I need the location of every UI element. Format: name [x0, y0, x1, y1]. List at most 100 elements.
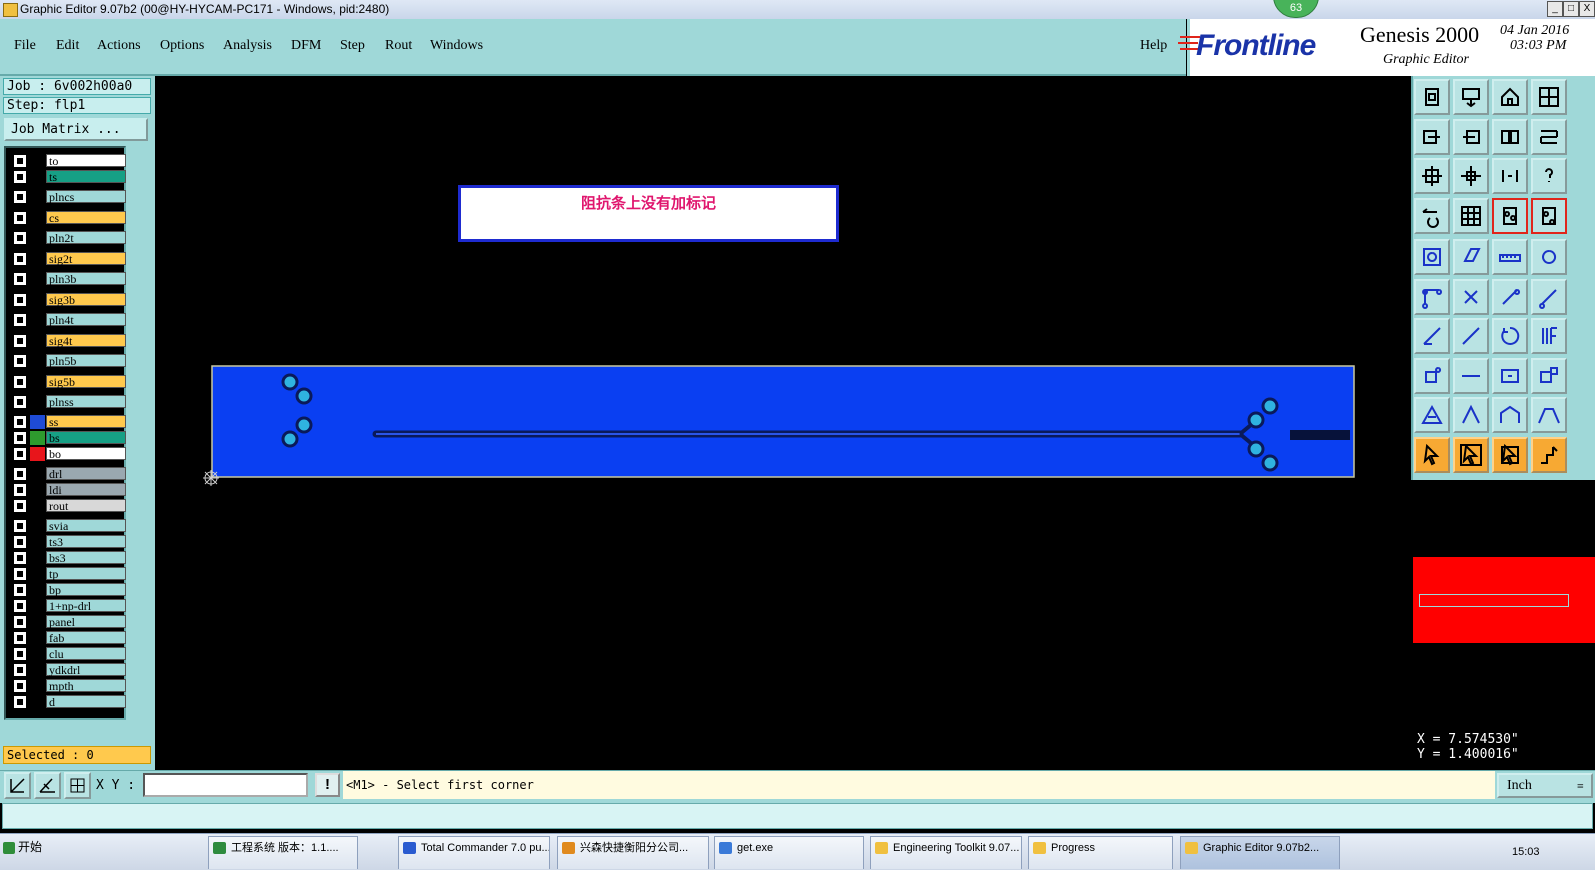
layer-row[interactable]: pln3b: [12, 272, 126, 286]
minus-line-button[interactable]: [1453, 357, 1489, 394]
layer-color-swatch[interactable]: [30, 415, 45, 429]
layer-color-swatch[interactable]: [30, 631, 45, 645]
layer-row[interactable]: bs3: [12, 551, 126, 565]
slope-button[interactable]: [1414, 318, 1450, 354]
layer-row[interactable]: d: [12, 695, 126, 709]
layers-grid-button[interactable]: [1531, 79, 1567, 115]
layer-row[interactable]: bs: [12, 431, 126, 445]
zoom-home-button[interactable]: [1453, 158, 1489, 194]
layer-color-swatch[interactable]: [30, 535, 45, 549]
menu-step[interactable]: Step: [340, 38, 365, 54]
layer-name[interactable]: pln3b: [46, 272, 126, 285]
layer-checkbox[interactable]: [14, 584, 26, 596]
layer-row[interactable]: clu: [12, 647, 126, 661]
layer-name[interactable]: plncs: [46, 190, 126, 203]
layer-checkbox[interactable]: [14, 375, 26, 388]
layer-row[interactable]: rout: [12, 499, 126, 513]
grid-snap-button[interactable]: [64, 772, 91, 799]
layer-name[interactable]: panel: [46, 615, 126, 628]
layer-checkbox[interactable]: [14, 314, 26, 326]
impedance-coupon[interactable]: [200, 360, 1360, 490]
layer-checkbox[interactable]: [14, 293, 26, 306]
ratio-button[interactable]: [1492, 158, 1528, 194]
layer-name[interactable]: fab: [46, 631, 126, 644]
save-down-button[interactable]: [1453, 79, 1489, 115]
layer-row[interactable]: svia: [12, 519, 126, 533]
layer-row[interactable]: pln4t: [12, 313, 126, 327]
layer-name[interactable]: sig4t: [46, 333, 126, 347]
menu-actions[interactable]: Actions: [97, 38, 141, 54]
layer-checkbox[interactable]: [14, 416, 26, 428]
layer-row[interactable]: sig2t: [12, 251, 126, 266]
layer-checkbox[interactable]: [14, 664, 26, 676]
layer-row[interactable]: ldi: [12, 483, 126, 497]
layer-row[interactable]: ts3: [12, 535, 126, 549]
menu-options[interactable]: Options: [160, 38, 204, 54]
layer-color-swatch[interactable]: [30, 519, 45, 533]
layer-name[interactable]: plnss: [46, 395, 126, 408]
pointer-select-button[interactable]: [1492, 436, 1528, 473]
layer-row[interactable]: pln5b: [12, 354, 126, 368]
maximize-button[interactable]: □: [1563, 1, 1579, 17]
layer-checkbox[interactable]: [14, 568, 26, 580]
layer-color-swatch[interactable]: [30, 499, 45, 513]
circle-pad-button[interactable]: [1531, 239, 1567, 275]
overview-map[interactable]: [1413, 480, 1595, 725]
menu-windows[interactable]: Windows: [430, 38, 483, 54]
taskbar-item[interactable]: 兴森快捷衡阳分公司...: [557, 836, 709, 869]
layer-checkbox[interactable]: [14, 552, 26, 564]
drc-button[interactable]: [1492, 197, 1528, 234]
xy-input[interactable]: [143, 773, 308, 797]
connect-button[interactable]: [1414, 278, 1450, 315]
drc-alt-button[interactable]: [1531, 197, 1567, 234]
layer-name[interactable]: 1+np-drl: [46, 599, 126, 612]
layer-color-swatch[interactable]: [30, 292, 45, 307]
layer-checkbox[interactable]: [14, 696, 26, 708]
layer-checkbox[interactable]: [14, 155, 26, 167]
parallelogram-button[interactable]: [1453, 239, 1489, 275]
grid-button[interactable]: [1453, 197, 1489, 234]
layer-color-swatch[interactable]: [30, 483, 45, 497]
taskbar-item[interactable]: Engineering Toolkit 9.07...: [870, 836, 1022, 869]
layer-name[interactable]: bo: [46, 447, 126, 460]
command-line[interactable]: [2, 803, 1593, 829]
trapezoid-button[interactable]: [1531, 397, 1567, 433]
layer-color-swatch[interactable]: [30, 467, 45, 481]
layer-row[interactable]: pln2t: [12, 231, 126, 245]
layer-color-swatch[interactable]: [30, 154, 45, 168]
layer-checkbox[interactable]: [14, 252, 26, 265]
snake-button[interactable]: [1531, 118, 1567, 155]
layer-color-swatch[interactable]: [30, 210, 45, 225]
line-point-button[interactable]: [1492, 278, 1528, 315]
layer-checkbox[interactable]: [14, 432, 26, 444]
layer-color-swatch[interactable]: [30, 679, 45, 693]
angle-button[interactable]: [34, 772, 61, 799]
polygon-button[interactable]: [1531, 357, 1567, 394]
layer-name[interactable]: cs: [46, 210, 126, 224]
taskbar-item[interactable]: Total Commander 7.0 pu...: [398, 836, 550, 869]
layer-row[interactable]: 1+np-drl: [12, 599, 126, 613]
layer-color-swatch[interactable]: [30, 190, 45, 204]
layer-checkbox[interactable]: [14, 632, 26, 644]
layer-checkbox[interactable]: [14, 616, 26, 628]
peak-button[interactable]: [1453, 397, 1489, 433]
layer-checkbox[interactable]: [14, 648, 26, 660]
route-button[interactable]: [1531, 436, 1567, 473]
warning-button[interactable]: !: [315, 773, 340, 797]
start-button[interactable]: 开始: [0, 835, 48, 869]
layer-row[interactable]: sig5b: [12, 374, 126, 389]
layer-color-swatch[interactable]: [30, 251, 45, 266]
node-add-button[interactable]: [1414, 357, 1450, 394]
job-matrix-button[interactable]: Job Matrix ...: [4, 118, 148, 141]
layer-checkbox[interactable]: [14, 500, 26, 512]
layer-color-swatch[interactable]: [30, 663, 45, 677]
layer-color-swatch[interactable]: [30, 615, 45, 629]
layer-row[interactable]: fab: [12, 631, 126, 645]
layer-name[interactable]: drl: [46, 467, 126, 480]
menu-help[interactable]: Help: [1140, 38, 1167, 54]
move-left-button[interactable]: [1414, 118, 1450, 155]
layer-checkbox[interactable]: [14, 211, 26, 224]
layer-name[interactable]: ldi: [46, 483, 126, 496]
layer-row[interactable]: drl: [12, 467, 126, 481]
layer-row[interactable]: mpth: [12, 679, 126, 693]
